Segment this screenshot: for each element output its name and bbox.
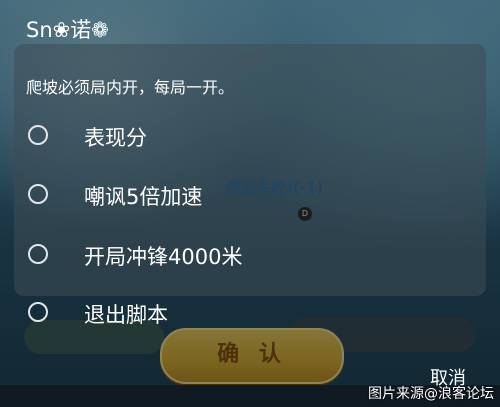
- option-exit-script[interactable]: 退出脚本: [0, 285, 500, 341]
- dialog-title: Sn❀诺❁: [26, 18, 109, 42]
- option-label: 嘲讽5倍加速: [84, 185, 203, 209]
- option-label: 表现分: [84, 126, 147, 150]
- option-label: 开局冲锋4000米: [84, 245, 243, 269]
- radio-circle-icon[interactable]: [28, 125, 48, 145]
- dialog-subtitle: 爬坡必须局内开，每局一开。: [26, 78, 235, 97]
- radio-circle-icon[interactable]: [28, 302, 48, 322]
- option-opening-charge[interactable]: 开局冲锋4000米: [0, 227, 500, 283]
- option-taunt-speedup[interactable]: 嘲讽5倍加速: [0, 167, 500, 223]
- watermark-text: 图片来源@浪客论坛: [368, 386, 494, 402]
- radio-circle-icon[interactable]: [28, 244, 48, 264]
- radio-circle-icon[interactable]: [28, 184, 48, 204]
- option-label: 退出脚本: [84, 303, 168, 327]
- option-performance-score[interactable]: 表现分: [0, 108, 500, 164]
